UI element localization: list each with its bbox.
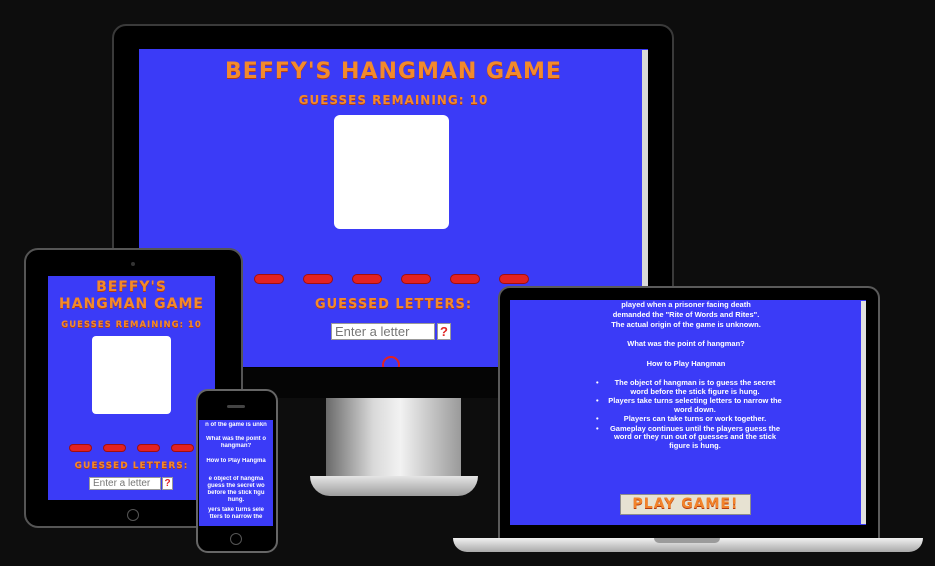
rule-item: The object of hangman is to guess the se…: [596, 378, 782, 396]
phone-text-line: hangman?: [220, 443, 252, 449]
game-title: BEFFY'S HANGMAN GAME: [59, 279, 204, 312]
intro-line: The actual origin of the game is unknown…: [611, 320, 761, 329]
laptop-scrollbar[interactable]: [861, 301, 866, 524]
laptop-notch: [654, 538, 720, 543]
letter-blank: [304, 275, 332, 283]
letter-blank: [402, 275, 430, 283]
help-button[interactable]: ?: [437, 323, 451, 340]
phone-text-line: guess the secret wo: [207, 483, 265, 489]
phone-text-line: What was the point o: [206, 436, 266, 442]
tablet-home-button: [127, 509, 139, 521]
phone-text-line: tters to narrow the: [209, 514, 263, 520]
phone-text-line: e object of hangma: [208, 476, 264, 482]
letter-blank: [255, 275, 283, 283]
rule-item: Gameplay continues until the players gue…: [596, 424, 782, 451]
intro-line: played when a prisoner facing death: [621, 300, 751, 309]
letter-blank: [353, 275, 381, 283]
phone-screen: n of the game is unkn What was the point…: [199, 420, 273, 526]
letter-blank: [104, 445, 125, 451]
desktop-monitor-base: [310, 476, 478, 496]
letter-blank: [70, 445, 91, 451]
phone-text-line: n of the game is unkn: [205, 422, 267, 428]
letter-blank: [172, 445, 193, 451]
phone-home-button: [230, 533, 242, 545]
guesses-remaining: GUESSES REMAINING: 10: [61, 320, 202, 330]
tablet-screen: BEFFY'S HANGMAN GAME GUESSES REMAINING: …: [48, 276, 215, 500]
phone-text-line: yers take turns sele: [207, 507, 265, 513]
phone-speaker: [227, 405, 245, 408]
play-game-button[interactable]: PLAY GAME!: [620, 494, 751, 515]
question-heading: What was the point of hangman?: [627, 339, 745, 348]
phone-text-line: hung.: [227, 497, 245, 503]
how-to-heading: How to Play Hangman: [646, 359, 726, 368]
game-title: BEFFY'S HANGMAN GAME: [225, 59, 562, 84]
tablet-camera-icon: [131, 262, 135, 266]
hangman-drawing-board: [334, 115, 449, 229]
phone-text-line: How to Play Hangma: [206, 458, 266, 464]
letter-blank: [138, 445, 159, 451]
letter-input[interactable]: Enter a letter: [89, 477, 161, 490]
rule-item: Players can take turns or work together.: [596, 414, 782, 424]
guessed-letters-label: GUESSED LETTERS:: [74, 461, 189, 471]
letter-input[interactable]: Enter a letter: [331, 323, 435, 340]
rule-item: Players take turns selecting letters to …: [596, 396, 782, 414]
rules-list: The object of hangman is to guess the se…: [596, 378, 782, 451]
intro-line: demanded the "Rite of Words and Rites".: [612, 310, 760, 319]
desktop-monitor-stand: [326, 398, 461, 478]
restart-icon[interactable]: [382, 356, 400, 367]
letter-blank: [451, 275, 479, 283]
letter-blank: [500, 275, 528, 283]
hangman-drawing-board: [92, 336, 171, 414]
guesses-remaining: GUESSES REMAINING: 10: [298, 93, 489, 107]
help-button[interactable]: ?: [162, 477, 173, 490]
phone-text-line: before the stick figu: [207, 490, 265, 496]
